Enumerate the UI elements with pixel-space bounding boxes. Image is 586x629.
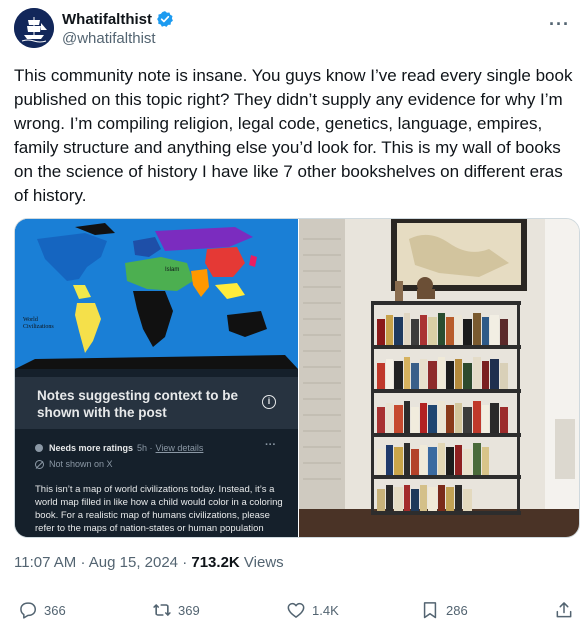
meta-separator: · xyxy=(182,554,188,571)
views-label: Views xyxy=(243,554,284,571)
bookmark-count: 286 xyxy=(446,602,468,618)
more-icon[interactable]: ··· xyxy=(549,14,570,35)
bookmark-icon xyxy=(423,602,437,619)
svg-text:World: World xyxy=(23,317,38,323)
reply-button[interactable]: 366 xyxy=(18,600,66,620)
share-icon xyxy=(556,602,572,618)
handle[interactable]: @whatifalthist xyxy=(62,30,156,47)
bookmark-button[interactable]: 286 xyxy=(420,600,468,620)
note-header: Notes suggesting context to be shown wit… xyxy=(15,377,298,429)
community-note-box: Notes suggesting context to be shown wit… xyxy=(15,369,298,537)
like-button[interactable]: 1.4K xyxy=(286,600,339,620)
reply-icon xyxy=(20,602,36,619)
community-note-screenshot[interactable]: Islam World Civilizations Notes suggesti… xyxy=(15,219,298,537)
tweet-time[interactable]: 11:07 AM xyxy=(14,554,76,571)
status-dot-icon xyxy=(35,444,43,452)
note-more-icon: ··· xyxy=(265,439,276,451)
svg-text:Civilizations: Civilizations xyxy=(23,324,54,330)
display-name[interactable]: Whatifalthist xyxy=(62,11,152,28)
note-title: Notes suggesting context to be shown wit… xyxy=(37,388,239,420)
repost-button[interactable]: 369 xyxy=(152,600,200,620)
note-shown-status: Not shown on X xyxy=(49,459,113,469)
bookshelf-photo[interactable] xyxy=(299,219,579,537)
world-map-image: Islam World Civilizations xyxy=(15,219,298,369)
repost-icon xyxy=(153,604,171,616)
svg-text:Islam: Islam xyxy=(165,267,179,273)
note-body: This isn’t a map of world civilizations … xyxy=(35,484,283,537)
tweet-header: Whatifalthist @whatifalthist ··· xyxy=(14,8,574,52)
reply-count: 366 xyxy=(44,602,66,618)
action-bar: 366 369 1.4K 286 xyxy=(18,600,578,626)
tweet-meta: 11:07 AM · Aug 15, 2024 · 713.2K Views xyxy=(14,554,284,571)
info-icon: i xyxy=(262,395,276,409)
repost-count: 369 xyxy=(178,602,200,618)
note-rating-row: Needs more ratings 5h · View details xyxy=(35,443,203,453)
ship-logo-icon xyxy=(14,8,54,48)
name-row: Whatifalthist xyxy=(62,10,174,28)
verified-badge-icon xyxy=(157,11,173,27)
not-shown-icon xyxy=(35,459,44,469)
tweet-text: This community note is insane. You guys … xyxy=(14,66,573,205)
like-icon xyxy=(287,602,305,618)
view-details-link: View details xyxy=(155,443,204,453)
views-count: 713.2K xyxy=(191,554,240,571)
meta-separator: · xyxy=(80,554,86,571)
avatar[interactable] xyxy=(14,8,54,48)
like-count: 1.4K xyxy=(312,602,339,618)
share-button[interactable] xyxy=(554,600,580,620)
media-grid[interactable]: Islam World Civilizations Notes suggesti… xyxy=(14,218,580,538)
tweet-date[interactable]: Aug 15, 2024 xyxy=(89,554,178,571)
note-shown-row: Not shown on X xyxy=(35,459,113,469)
note-age: 5h xyxy=(137,443,148,453)
note-status: Needs more ratings xyxy=(49,443,134,453)
